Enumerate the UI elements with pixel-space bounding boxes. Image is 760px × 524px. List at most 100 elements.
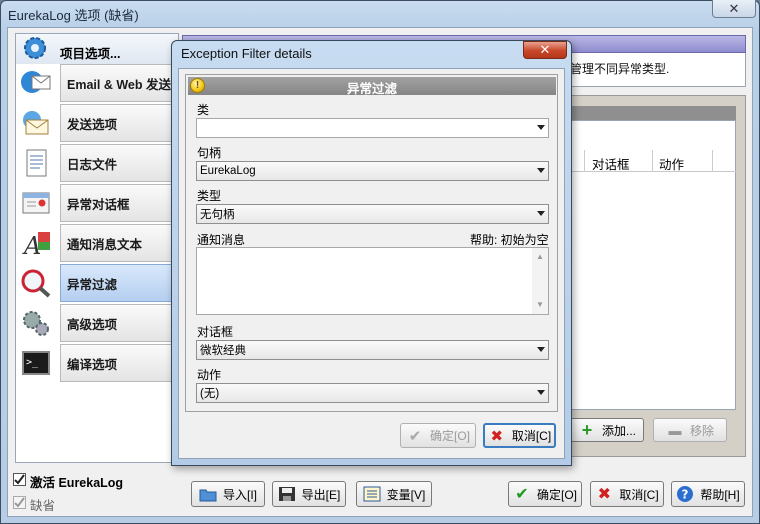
handler-select[interactable]: EurekaLog: [196, 161, 549, 181]
default-label: 缺省: [30, 499, 56, 513]
column-header-action[interactable]: 动作: [659, 154, 684, 173]
handler-label: 句柄: [197, 146, 222, 160]
dialog-style-value: 微软经典: [200, 345, 246, 357]
help-icon: ?: [676, 486, 694, 502]
sidebar-item-label: 通知消息文本: [60, 224, 176, 262]
filter-list-header: [560, 150, 736, 172]
type-label: 类型: [197, 189, 222, 203]
column-header-dialog[interactable]: 对话框: [592, 154, 630, 173]
advanced-options-icon: [20, 308, 52, 338]
cancel-label: 取消[C]: [619, 487, 659, 502]
close-icon: ✕: [539, 42, 551, 57]
scroll-up-icon[interactable]: ▲: [536, 252, 544, 261]
action-label: 动作: [197, 368, 222, 382]
message-textarea[interactable]: [196, 247, 549, 315]
cross-icon: ✖: [597, 486, 612, 503]
minus-icon: ▬: [668, 422, 682, 438]
column-separator[interactable]: [584, 150, 585, 172]
dialog-style-select[interactable]: 微软经典: [196, 340, 549, 360]
message-help-text: 帮助: 初始为空: [470, 233, 549, 247]
chevron-down-icon: [537, 125, 545, 130]
dialog-style-label: 对话框: [197, 325, 234, 339]
gear-icon: [20, 34, 50, 62]
plus-icon: +: [581, 419, 593, 440]
open-folder-icon: [199, 486, 217, 502]
type-select[interactable]: 无句柄: [196, 204, 549, 224]
message-text-icon: A: [20, 228, 52, 260]
sidebar-item-log-file[interactable]: 日志文件: [16, 144, 176, 182]
add-filter-button[interactable]: + 添加...: [570, 418, 644, 442]
close-icon: ✕: [728, 0, 740, 16]
activate-label: 激活 EurekaLog: [30, 476, 124, 490]
chevron-down-icon: [537, 211, 545, 216]
remove-filter-button[interactable]: ▬ 移除: [653, 418, 727, 442]
variables-list-icon: [363, 486, 381, 502]
sidebar-item-label: 编译选项: [60, 344, 176, 382]
cancel-button[interactable]: ✖ 取消[C]: [590, 481, 664, 507]
chevron-down-icon: [537, 347, 545, 352]
action-select[interactable]: (无): [196, 383, 549, 403]
sidebar-item-label: Email & Web 发送: [60, 64, 176, 102]
sidebar-item-label: 发送选项: [60, 104, 176, 142]
sidebar-item-label: 高级选项: [60, 304, 176, 342]
cross-icon: ✖: [490, 427, 504, 445]
filter-group-title: 异常过滤: [346, 82, 397, 96]
nav-header-label: 项目选项...: [60, 47, 121, 61]
svg-text:>_: >_: [26, 357, 39, 368]
sidebar-item-send-options[interactable]: 发送选项: [16, 104, 176, 142]
dialog-close-button[interactable]: ✕: [523, 41, 567, 59]
help-label: 帮助[H]: [700, 487, 740, 502]
exception-filter-icon: [20, 268, 52, 298]
handler-value: EurekaLog: [200, 165, 256, 177]
checkmark-icon: ✔: [408, 427, 422, 445]
class-label: 类: [197, 103, 210, 117]
dialog-ok-label: 确定[O]: [429, 429, 470, 443]
chevron-down-icon: [537, 168, 545, 173]
remove-filter-label: 移除: [689, 423, 714, 438]
class-combo[interactable]: [196, 118, 549, 138]
sidebar-item-exception-dialog[interactable]: 异常对话框: [16, 184, 176, 222]
send-options-icon: [20, 108, 52, 138]
column-separator[interactable]: [652, 150, 653, 172]
ok-label: 确定[O]: [536, 487, 577, 502]
variables-button[interactable]: 变量[V]: [356, 481, 432, 507]
column-separator[interactable]: [712, 150, 713, 172]
sidebar-item-compile-options[interactable]: >_ 编译选项: [16, 344, 176, 382]
variables-label: 变量[V]: [386, 487, 426, 502]
ok-button[interactable]: ✔ 确定[O]: [508, 481, 582, 507]
export-button[interactable]: 导出[E]: [272, 481, 346, 507]
import-button[interactable]: 导入[I]: [191, 481, 265, 507]
sidebar-item-label: 异常过滤: [60, 264, 176, 302]
dialog-cancel-label: 取消[C]: [511, 429, 552, 443]
window-title: EurekaLog 选项 (缺省): [8, 8, 139, 23]
exception-dialog-icon: [20, 188, 52, 218]
sidebar-item-message-text[interactable]: A 通知消息文本: [16, 224, 176, 262]
log-file-icon: [20, 148, 52, 178]
sidebar-item-advanced-options[interactable]: 高级选项: [16, 304, 176, 342]
sidebar-item-label: 异常对话框: [60, 184, 176, 222]
svg-text:?: ?: [682, 488, 689, 502]
default-checkbox[interactable]: [13, 496, 26, 509]
sidebar-item-label: 日志文件: [60, 144, 176, 182]
window-close-button[interactable]: ✕: [712, 0, 756, 18]
dialog-ok-button[interactable]: ✔ 确定[O]: [400, 423, 476, 448]
add-filter-label: 添加...: [601, 423, 636, 438]
activate-checkbox[interactable]: [13, 473, 26, 486]
panel-description-text: 管理不同异常类型.: [570, 62, 670, 76]
help-button[interactable]: ? 帮助[H]: [671, 481, 745, 507]
export-label: 导出[E]: [301, 487, 341, 502]
check-icon: [14, 474, 25, 485]
filter-panel-header: [560, 106, 736, 120]
dialog-cancel-button[interactable]: ✖ 取消[C]: [483, 423, 556, 448]
sidebar-item-exception-filter[interactable]: 异常过滤: [16, 264, 176, 302]
import-label: 导入[I]: [222, 487, 257, 502]
scroll-down-icon[interactable]: ▼: [536, 300, 544, 309]
message-label: 通知消息: [197, 233, 246, 247]
action-value: (无): [200, 388, 220, 400]
checkmark-icon: ✔: [515, 486, 529, 503]
sidebar-item-email-web[interactable]: Email & Web 发送: [16, 64, 176, 102]
compile-options-icon: >_: [20, 348, 52, 378]
save-disk-icon: [278, 486, 296, 502]
check-icon: [14, 497, 25, 508]
dialog-title: Exception Filter details: [181, 46, 312, 61]
